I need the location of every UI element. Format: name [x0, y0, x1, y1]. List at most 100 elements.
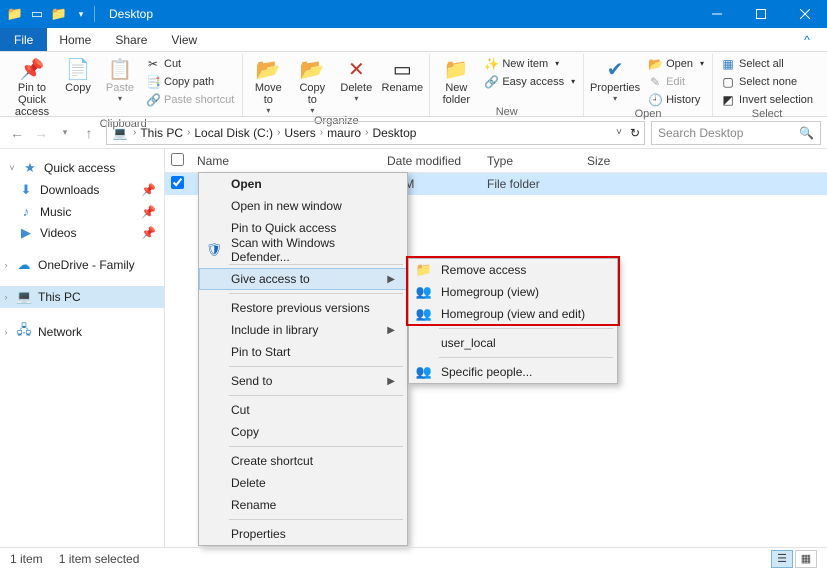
ctx-homegroup-view[interactable]: 👥Homegroup (view) [409, 281, 617, 303]
pin-icon: 📌 [16, 56, 48, 82]
delete-button[interactable]: ✕Delete▾ [335, 54, 377, 103]
window-title: Desktop [109, 7, 153, 21]
chevron-right-icon[interactable]: › [131, 127, 138, 138]
selectnone-icon: ▢ [721, 75, 735, 89]
paste-icon: 📋 [104, 56, 136, 82]
addr-dropdown-icon[interactable]: ˅ [616, 127, 622, 138]
copy-path-button[interactable]: 📑Copy path [142, 73, 238, 90]
history-button[interactable]: 🕘History [644, 91, 708, 108]
pc-icon: 💻 [111, 126, 129, 140]
new-folder-button[interactable]: 📁New folder [434, 54, 478, 106]
cut-button[interactable]: ✂Cut [142, 55, 238, 72]
nav-quick-access[interactable]: ˅★Quick access [0, 157, 164, 179]
copyto-icon: 📂 [296, 56, 328, 82]
ctx-specific-people[interactable]: 👥Specific people... [409, 361, 617, 383]
context-submenu-give-access: 📁Remove access 👥Homegroup (view) 👥Homegr… [408, 258, 618, 384]
close-button[interactable] [783, 0, 827, 28]
ctx-user-local[interactable]: user_local [409, 332, 617, 354]
homegroup-icon: 👥 [415, 306, 433, 322]
nav-network[interactable]: ›🖧Network [0, 318, 164, 346]
easy-access-button[interactable]: 🔗Easy access▾ [480, 73, 579, 90]
search-placeholder: Search Desktop [658, 126, 743, 140]
tab-share[interactable]: Share [103, 28, 159, 51]
folder-icon: 📁 [415, 262, 433, 278]
refresh-icon[interactable]: ↻ [630, 126, 640, 140]
ctx-send-to[interactable]: Send to▶ [199, 370, 407, 392]
ctx-restore-previous[interactable]: Restore previous versions [199, 297, 407, 319]
ribbon-group-organize: 📂Move to▾ 📂Copy to▾ ✕Delete▾ ▭Rename Org… [243, 54, 430, 116]
address-bar[interactable]: 💻 › This PC› Local Disk (C:)› Users› mau… [106, 121, 645, 145]
nav-downloads[interactable]: ⬇Downloads📌 [0, 179, 164, 201]
paste-button[interactable]: 📋Paste▾ [100, 54, 140, 103]
tab-home[interactable]: Home [47, 28, 103, 51]
select-none-button[interactable]: ▢Select none [717, 73, 817, 90]
tab-view[interactable]: View [159, 28, 209, 51]
ctx-open[interactable]: Open [199, 173, 407, 195]
newfolder-icon[interactable]: 📁 [50, 5, 68, 23]
col-date[interactable]: Date modified [379, 154, 479, 168]
search-box[interactable]: Search Desktop 🔍 [651, 121, 821, 145]
col-size[interactable]: Size [579, 154, 659, 168]
ctx-homegroup-edit[interactable]: 👥Homegroup (view and edit) [409, 303, 617, 325]
breadcrumb-seg[interactable]: Local Disk (C:) [194, 126, 273, 140]
row-checkbox[interactable] [171, 176, 184, 189]
new-item-button[interactable]: ✨New item▾ [480, 55, 579, 72]
col-name[interactable]: Name [189, 154, 379, 168]
recent-dropdown-icon[interactable]: ▾ [54, 122, 76, 144]
ctx-copy[interactable]: Copy [199, 421, 407, 443]
copy-icon: 📄 [62, 56, 94, 82]
nav-onedrive[interactable]: ›☁OneDrive - Family [0, 254, 164, 276]
tab-file[interactable]: File [0, 28, 47, 51]
forward-button[interactable]: → [30, 122, 52, 144]
pin-to-quick-access-button[interactable]: 📌Pin to Quick access [8, 54, 56, 118]
rename-button[interactable]: ▭Rename [379, 54, 425, 94]
ctx-pin-start[interactable]: Pin to Start [199, 341, 407, 363]
breadcrumb-seg[interactable]: mauro [327, 126, 361, 140]
music-icon: ♪ [18, 204, 34, 219]
edit-button[interactable]: ✎Edit [644, 73, 708, 90]
ctx-delete[interactable]: Delete [199, 472, 407, 494]
invert-selection-button[interactable]: ◩Invert selection [717, 91, 817, 108]
breadcrumb-seg[interactable]: Users [284, 126, 315, 140]
chevron-right-icon: ▶ [387, 325, 395, 336]
ctx-rename[interactable]: Rename [199, 494, 407, 516]
select-all-checkbox[interactable] [171, 153, 184, 166]
ribbon-group-select: ▦Select all ▢Select none ◩Invert selecti… [713, 54, 821, 116]
properties-button[interactable]: ✔Properties▾ [588, 54, 642, 103]
col-type[interactable]: Type [479, 154, 579, 168]
copy-to-button[interactable]: 📂Copy to▾ [291, 54, 333, 115]
ctx-scan-defender[interactable]: 🛡Scan with Windows Defender... [199, 239, 407, 261]
props-icon[interactable]: ▭ [28, 5, 46, 23]
qat-dropdown-icon[interactable]: ▾ [72, 5, 90, 23]
ctx-properties[interactable]: Properties [199, 523, 407, 545]
copy-button[interactable]: 📄Copy [58, 54, 98, 94]
ctx-create-shortcut[interactable]: Create shortcut [199, 450, 407, 472]
back-button[interactable]: ← [6, 122, 28, 144]
breadcrumb-seg[interactable]: Desktop [372, 126, 416, 140]
breadcrumb-seg[interactable]: This PC [140, 126, 183, 140]
people-icon: 👥 [415, 364, 433, 380]
onedrive-icon: ☁ [16, 257, 32, 273]
ctx-remove-access[interactable]: 📁Remove access [409, 259, 617, 281]
ctx-cut[interactable]: Cut [199, 399, 407, 421]
minimize-button[interactable] [695, 0, 739, 28]
nav-this-pc[interactable]: ›💻This PC [0, 286, 164, 308]
up-button[interactable]: ↑ [78, 122, 100, 144]
nav-music[interactable]: ♪Music📌 [0, 201, 164, 222]
ctx-open-new-window[interactable]: Open in new window [199, 195, 407, 217]
network-icon: 🖧 [16, 321, 32, 343]
view-details-button[interactable]: ☰ [771, 550, 793, 568]
videos-icon: ▶ [18, 225, 34, 241]
move-to-button[interactable]: 📂Move to▾ [247, 54, 289, 115]
maximize-button[interactable] [739, 0, 783, 28]
paste-shortcut-button[interactable]: 🔗Paste shortcut [142, 91, 238, 108]
open-button[interactable]: 📂Open▾ [644, 55, 708, 72]
search-icon: 🔍 [799, 126, 814, 140]
ribbon-collapse-icon[interactable]: ^ [787, 28, 827, 51]
ctx-give-access-to[interactable]: Give access to▶ [199, 268, 407, 290]
select-all-button[interactable]: ▦Select all [717, 55, 817, 72]
ctx-include-library[interactable]: Include in library▶ [199, 319, 407, 341]
nav-buttons: ← → ▾ ↑ [6, 122, 100, 144]
nav-videos[interactable]: ▶Videos📌 [0, 222, 164, 244]
view-large-icons-button[interactable]: ▦ [795, 550, 817, 568]
